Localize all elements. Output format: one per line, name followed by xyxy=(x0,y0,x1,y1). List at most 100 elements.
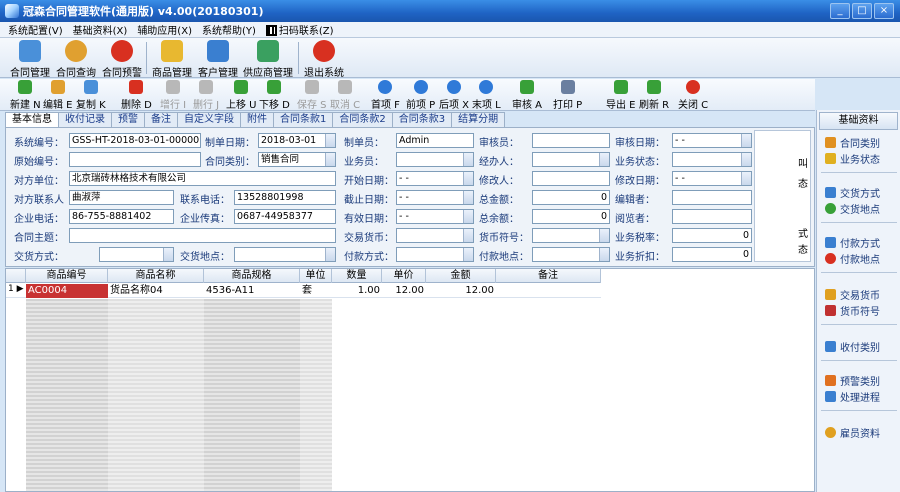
first-record-button[interactable]: 首项 F xyxy=(371,80,400,111)
move-up-button[interactable]: 上移 U xyxy=(226,80,257,111)
business-status-select[interactable] xyxy=(672,152,752,167)
tab-basic-info[interactable]: 基本信息 xyxy=(5,112,59,128)
supplier-manage-button[interactable]: 供应商管理 xyxy=(240,40,296,79)
contract-type-select[interactable]: 销售合同 xyxy=(258,152,336,167)
payment-method-select[interactable] xyxy=(396,247,474,262)
sys-no-field[interactable]: GSS-HT-2018-03-01-000003 xyxy=(69,133,201,148)
delivery-method-select[interactable] xyxy=(99,247,174,262)
company-fax-field[interactable]: 0687-44958377 xyxy=(234,209,336,224)
tab-notes[interactable]: 备注 xyxy=(144,112,178,127)
menu-scan-contact[interactable]: 扫码联系(Z) xyxy=(265,22,334,37)
audit-date-field[interactable]: - - xyxy=(672,133,752,148)
start-date-field[interactable]: - - xyxy=(396,171,474,186)
contract-manage-button[interactable]: 合同管理 xyxy=(6,40,54,79)
cell-unit[interactable]: 套 xyxy=(300,284,332,298)
cell-spec[interactable]: 4536-A11 xyxy=(204,284,300,298)
cell-name[interactable]: 货品名称04 xyxy=(108,284,204,298)
table-row[interactable]: 1 ▶ AC0004 货品名称04 4536-A11 套 1.00 12.00 … xyxy=(6,284,601,298)
menu-system-config[interactable]: 系统配置(V) xyxy=(8,22,63,37)
column-header[interactable]: 金额 xyxy=(426,269,496,283)
valid-date-field[interactable]: - - xyxy=(396,209,474,224)
tab-alerts[interactable]: 预警 xyxy=(111,112,145,127)
tax-rate-field[interactable]: 0 xyxy=(672,228,752,243)
salesman-select[interactable] xyxy=(396,152,474,167)
discount-field[interactable]: 0 xyxy=(672,247,752,262)
add-row-button[interactable]: 增行 I xyxy=(160,80,186,111)
refresh-button[interactable]: 刷新 R xyxy=(639,80,669,111)
tab-payment-records[interactable]: 收付记录 xyxy=(58,112,112,127)
menu-help[interactable]: 系统帮助(Y) xyxy=(202,22,256,37)
nav-payment-category[interactable]: 收付类别 xyxy=(825,338,880,354)
menu-basic-data[interactable]: 基础资料(X) xyxy=(73,22,128,37)
export-button[interactable]: 导出 E xyxy=(606,80,636,111)
column-header[interactable]: 单位 xyxy=(300,269,332,283)
close-window-button[interactable]: × xyxy=(874,3,894,19)
delete-row-button[interactable]: 删行 J xyxy=(193,80,219,111)
modifier-field[interactable] xyxy=(532,171,610,186)
cell-qty[interactable]: 1.00 xyxy=(332,284,382,298)
tab-custom-fields[interactable]: 自定义字段 xyxy=(177,112,241,127)
nav-delivery-method[interactable]: 交货方式 xyxy=(825,184,880,200)
delete-button[interactable]: 删除 D xyxy=(121,80,152,111)
nav-contract-type[interactable]: 合同类别 xyxy=(825,134,880,150)
total-amount-field[interactable]: 0 xyxy=(532,190,610,205)
nav-alert-category[interactable]: 预警类别 xyxy=(825,372,880,388)
tab-attachments[interactable]: 附件 xyxy=(240,112,274,127)
end-date-field[interactable]: - - xyxy=(396,190,474,205)
last-record-button[interactable]: 末项 L xyxy=(472,80,501,111)
cell-price[interactable]: 12.00 xyxy=(382,284,426,298)
auditor-field[interactable] xyxy=(532,133,610,148)
approve-button[interactable]: 审核 A xyxy=(512,80,542,111)
nav-currency-symbol[interactable]: 货币符号 xyxy=(825,302,880,318)
exit-system-button[interactable]: 退出系统 xyxy=(300,40,348,79)
counterparty-field[interactable]: 北京瑞砖林格技术有限公司 xyxy=(69,171,336,186)
total-balance-field[interactable]: 0 xyxy=(532,209,610,224)
subject-field[interactable] xyxy=(69,228,336,243)
copy-button[interactable]: 复制 K xyxy=(76,80,106,111)
edit-button[interactable]: 编辑 E xyxy=(43,80,73,111)
tab-terms-2[interactable]: 合同条款2 xyxy=(332,112,393,127)
reader-field[interactable] xyxy=(672,209,752,224)
column-header[interactable]: 单价 xyxy=(382,269,426,283)
nav-delivery-place[interactable]: 交货地点 xyxy=(825,200,880,216)
tab-settlement[interactable]: 结算分期 xyxy=(451,112,506,127)
delivery-place-select[interactable] xyxy=(234,247,336,262)
currency-symbol-select[interactable] xyxy=(532,228,610,243)
phone-field[interactable]: 13528801998 xyxy=(234,190,336,205)
move-down-button[interactable]: 下移 D xyxy=(259,80,290,111)
maximize-button[interactable]: □ xyxy=(852,3,872,19)
cancel-button[interactable]: 取消 C xyxy=(330,80,360,111)
prev-record-button[interactable]: 前项 P xyxy=(406,80,435,111)
column-header[interactable]: 商品规格 xyxy=(204,269,300,283)
handler-select[interactable] xyxy=(532,152,610,167)
editor-field[interactable] xyxy=(672,190,752,205)
company-phone-field[interactable]: 86-755-8881402 xyxy=(69,209,174,224)
contract-alert-button[interactable]: 合同预警 xyxy=(98,40,146,79)
nav-payment-method[interactable]: 付款方式 xyxy=(825,234,880,250)
maker-field[interactable]: Admin xyxy=(396,133,474,148)
close-form-button[interactable]: 关闭 C xyxy=(678,80,708,111)
customer-manage-button[interactable]: 客户管理 xyxy=(194,40,242,79)
column-header[interactable]: 数量 xyxy=(332,269,382,283)
column-header[interactable]: 商品名称 xyxy=(108,269,204,283)
make-date-field[interactable]: 2018-03-01 xyxy=(258,133,336,148)
nav-currency[interactable]: 交易货币 xyxy=(825,286,880,302)
save-button[interactable]: 保存 S xyxy=(297,80,327,111)
orig-no-field[interactable] xyxy=(69,152,201,167)
cell-note[interactable] xyxy=(496,284,601,298)
nav-process[interactable]: 处理进程 xyxy=(825,388,880,404)
nav-business-status[interactable]: 业务状态 xyxy=(825,150,880,166)
next-record-button[interactable]: 后项 X xyxy=(439,80,469,111)
nav-payment-place[interactable]: 付款地点 xyxy=(825,250,880,266)
nav-employee[interactable]: 雇员资料 xyxy=(825,424,880,440)
print-button[interactable]: 打印 P xyxy=(553,80,582,111)
menu-aux-apps[interactable]: 辅助应用(X) xyxy=(137,22,192,37)
cell-amount[interactable]: 12.00 xyxy=(426,284,496,298)
cell-code[interactable]: AC0004 xyxy=(26,284,108,298)
column-header[interactable]: 备注 xyxy=(496,269,601,283)
goods-manage-button[interactable]: 商品管理 xyxy=(148,40,196,79)
tab-terms-1[interactable]: 合同条款1 xyxy=(273,112,334,127)
new-button[interactable]: 新建 N xyxy=(10,80,41,111)
modify-date-field[interactable]: - - xyxy=(672,171,752,186)
contract-query-button[interactable]: 合同查询 xyxy=(52,40,100,79)
